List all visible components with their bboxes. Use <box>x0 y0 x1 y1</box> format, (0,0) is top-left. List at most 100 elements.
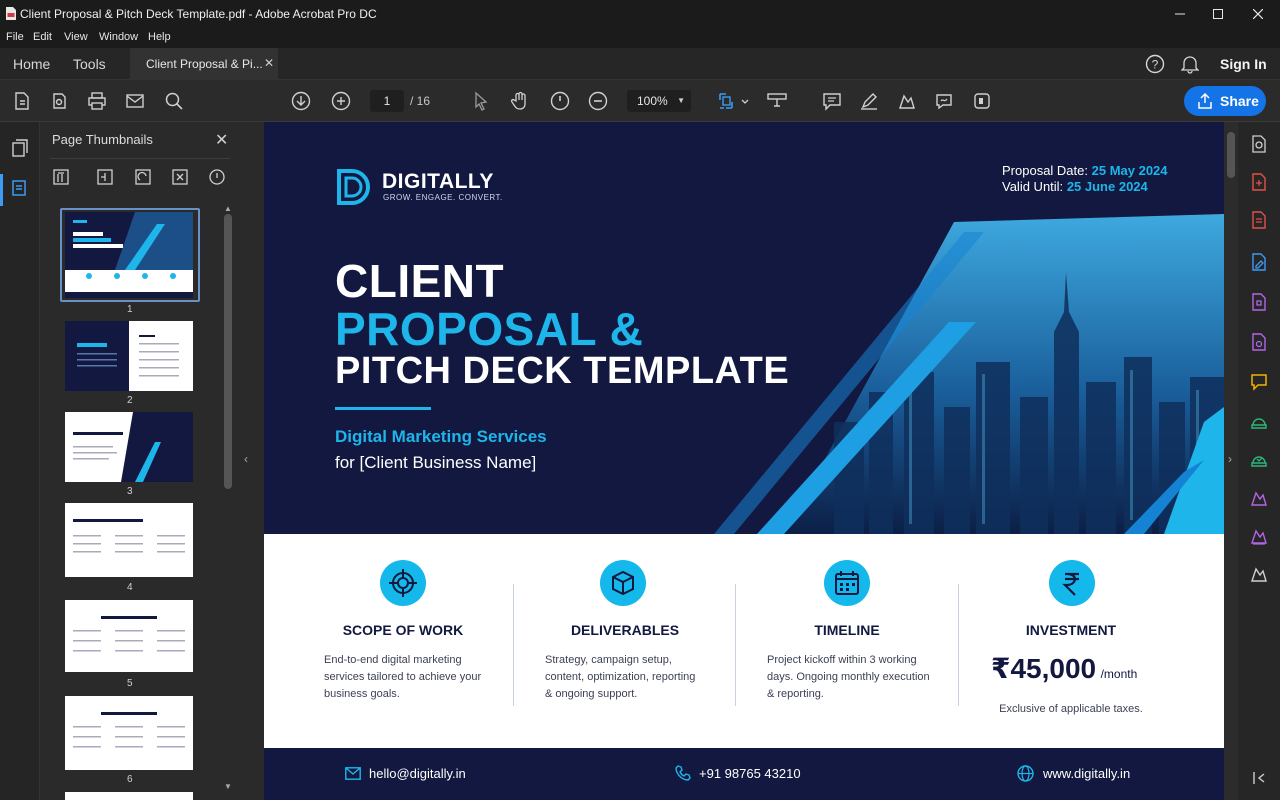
search-document-icon[interactable] <box>1249 134 1269 154</box>
brand-name: DIGITALLY <box>382 170 494 193</box>
amount-period: /month <box>1100 667 1138 681</box>
next-page-icon[interactable] <box>291 91 311 111</box>
previous-page-icon[interactable] <box>331 91 351 111</box>
comment-icon[interactable] <box>822 91 842 111</box>
close-panel-icon[interactable]: ✕ <box>215 130 228 150</box>
phone-icon <box>675 765 691 781</box>
select-cursor-icon[interactable] <box>471 91 491 111</box>
scroll-down-icon[interactable]: ▼ <box>224 782 232 791</box>
card-description: Project kickoff within 3 working days. O… <box>767 652 930 703</box>
document-viewport: DIGITALLY GROW. ENGAGE. CONVERT. Proposa… <box>264 122 1238 800</box>
pdf-page: DIGITALLY GROW. ENGAGE. CONVERT. Proposa… <box>264 122 1224 800</box>
search-icon[interactable] <box>164 91 184 111</box>
thumbnail-number: 3 <box>127 486 133 497</box>
window-title: Client Proposal & Pitch Deck Template.pd… <box>20 7 377 21</box>
zoom-out-icon[interactable] <box>550 91 570 111</box>
menu-window[interactable]: Window <box>99 31 138 43</box>
page-thumbnails-icon[interactable] <box>10 178 30 198</box>
card-title: DELIVERABLES <box>570 622 680 638</box>
organize-pages-icon[interactable] <box>1249 332 1269 352</box>
notification-bell-icon[interactable] <box>1181 54 1199 74</box>
page-number-input[interactable]: 1 <box>370 90 404 112</box>
digitally-logo-icon <box>337 169 370 205</box>
proposal-date: Proposal Date: 25 May 2024 <box>1002 163 1168 178</box>
collapse-panel-icon[interactable]: ‹ <box>244 452 248 466</box>
save-settings-icon[interactable] <box>49 91 69 111</box>
left-navigation-rail <box>0 122 40 800</box>
menu-view[interactable]: View <box>64 31 88 43</box>
zoom-in-icon[interactable] <box>588 91 608 111</box>
minimize-button[interactable] <box>1162 0 1198 28</box>
tab-home[interactable]: Home <box>13 56 50 72</box>
stamp-icon[interactable] <box>766 91 787 111</box>
thumbnail-scrollbar-thumb[interactable] <box>224 214 232 489</box>
hand-tool-icon[interactable] <box>510 91 530 111</box>
thumbnail-page-3[interactable] <box>65 412 193 482</box>
scan-ocr-icon[interactable] <box>1249 412 1269 432</box>
target-icon <box>380 560 426 606</box>
sign-in-link[interactable]: Sign In <box>1220 56 1267 72</box>
email-icon[interactable] <box>125 91 145 111</box>
delete-page-icon[interactable] <box>171 168 189 186</box>
hero-title-line-1: CLIENT <box>335 255 505 307</box>
protect-icon[interactable] <box>972 91 992 111</box>
edit-pdf-icon[interactable] <box>1249 252 1269 272</box>
combine-files-icon[interactable] <box>1249 292 1269 312</box>
zoom-level-select[interactable]: 100% ▼ <box>627 90 691 112</box>
thumbnail-page-1[interactable] <box>65 212 193 298</box>
close-tab-icon[interactable]: ✕ <box>264 56 274 70</box>
undo-page-icon[interactable] <box>208 168 226 186</box>
footer-phone: +91 98765 43210 <box>699 766 801 781</box>
maximize-button[interactable] <box>1200 0 1236 28</box>
card-line: business goals. <box>324 688 400 700</box>
menu-edit[interactable]: Edit <box>33 31 52 43</box>
menu-file[interactable]: File <box>6 31 24 43</box>
title-underline <box>335 407 431 410</box>
panel-divider <box>50 158 230 159</box>
share-button[interactable]: Share <box>1184 86 1266 116</box>
active-rail-indicator <box>0 174 3 206</box>
thumbnail-number: 5 <box>127 678 133 689</box>
page-footer: hello@digitally.in +91 98765 43210 www.d… <box>264 748 1224 800</box>
help-icon[interactable]: ? <box>1145 54 1165 74</box>
thumbnail-number: 4 <box>127 582 133 593</box>
scroll-up-icon[interactable]: ▲ <box>224 204 232 213</box>
fill-and-sign-icon[interactable] <box>1249 488 1269 508</box>
main-toolbar: 1 / 16 100% ▼ <box>0 80 1280 122</box>
menu-help[interactable]: Help <box>148 31 171 43</box>
collapse-tools-icon[interactable] <box>1249 768 1269 788</box>
collapse-right-panel-icon[interactable]: › <box>1228 452 1232 466</box>
tab-document[interactable]: Client Proposal & Pi... ✕ <box>130 48 278 80</box>
create-pdf-tool-icon[interactable] <box>1249 210 1269 230</box>
tab-tools[interactable]: Tools <box>73 56 106 72</box>
thumbnail-page-2[interactable] <box>65 321 193 391</box>
fit-page-icon[interactable] <box>718 91 750 111</box>
close-window-button[interactable] <box>1240 0 1276 28</box>
card-title: SCOPE OF WORK <box>342 622 464 638</box>
globe-icon <box>1017 765 1034 782</box>
export-pdf-icon[interactable] <box>1249 172 1269 192</box>
more-tools-icon[interactable] <box>1249 564 1269 584</box>
thumbnail-page-7-partial[interactable] <box>65 792 193 800</box>
comment-tool-icon[interactable] <box>1249 372 1269 392</box>
card-line: Project kickoff within 3 working <box>767 654 917 666</box>
fill-sign-icon[interactable] <box>897 91 917 111</box>
pages-icon[interactable] <box>10 138 30 158</box>
thumbnail-page-5[interactable] <box>65 600 193 672</box>
page-total: / 16 <box>410 94 431 108</box>
insert-page-icon[interactable] <box>96 168 114 186</box>
create-pdf-icon[interactable] <box>12 91 32 111</box>
request-signatures-icon[interactable] <box>1249 526 1269 546</box>
card-scope-of-work: SCOPE OF WORK End-to-end digital marketi… <box>292 534 514 748</box>
thumbnail-page-4[interactable] <box>65 503 193 577</box>
thumbnail-page-6[interactable] <box>65 696 193 770</box>
hero-client-line: for [Client Business Name] <box>335 453 537 472</box>
rotate-page-icon[interactable] <box>134 168 152 186</box>
print-icon[interactable] <box>87 91 107 111</box>
request-signature-icon[interactable] <box>934 91 954 111</box>
proposal-date-label: Proposal Date: <box>1002 163 1088 178</box>
document-scrollbar-thumb[interactable] <box>1227 132 1235 178</box>
protect-tool-icon[interactable] <box>1249 450 1269 470</box>
highlight-pen-icon[interactable] <box>859 91 879 111</box>
thumbnail-options-icon[interactable] <box>52 168 70 186</box>
